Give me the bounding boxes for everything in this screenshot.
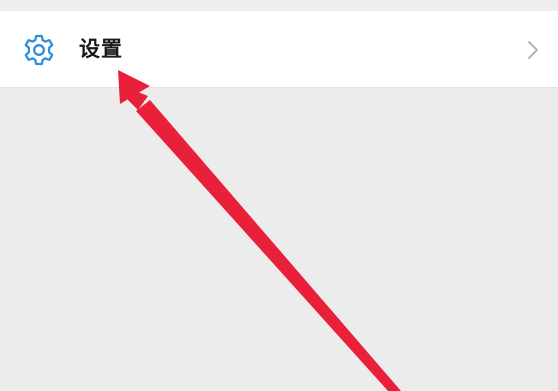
- top-divider-gap: [0, 0, 558, 11]
- chevron-right-icon: [526, 39, 540, 61]
- settings-label: 设置: [79, 37, 123, 61]
- arrow-shaft: [136, 100, 401, 391]
- settings-list-item[interactable]: 设置: [0, 11, 558, 88]
- screen: 设置: [0, 0, 558, 391]
- gear-icon: [22, 33, 56, 67]
